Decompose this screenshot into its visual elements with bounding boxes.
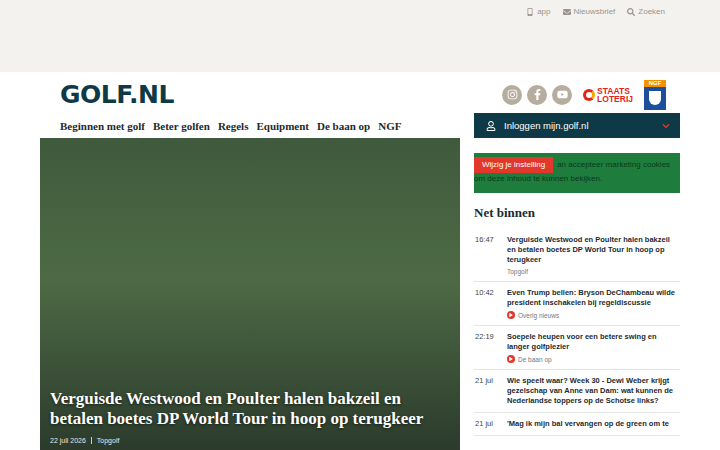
news-title[interactable]: Even Trump bellen: Bryson DeChambeau wil… — [507, 288, 680, 308]
utility-bar: app Nieuwsbrief Zoeken — [0, 0, 720, 72]
user-icon — [486, 121, 496, 131]
cookie-settings-button[interactable]: Wijzig je instelling — [474, 157, 553, 173]
nav-item[interactable]: NGF — [378, 120, 401, 132]
news-title[interactable]: Soepele heupen voor een betere swing en … — [507, 332, 680, 352]
play-icon — [507, 355, 515, 363]
nav-item[interactable]: Beginnen met golf — [60, 120, 145, 132]
hero-caption: Verguisde Westwood en Poulter halen bakz… — [50, 389, 450, 444]
logo[interactable]: GOLF.NL — [60, 80, 174, 109]
news-category[interactable]: Overig nieuws — [507, 311, 680, 319]
news-body: Wie speelt waar? Week 30 - Dewi Weber kr… — [507, 376, 680, 406]
partner-logos: STAATSLOTERIJ NGF — [502, 80, 666, 110]
sponsor-logo[interactable]: STAATSLOTERIJ — [583, 87, 633, 103]
ngf-label: NGF — [644, 80, 666, 87]
news-item[interactable]: 22:19Soepele heupen voor een betere swin… — [474, 326, 680, 370]
hero-date: 22 juli 2026 — [50, 437, 86, 444]
nav-item[interactable]: De baan op — [317, 120, 370, 132]
mail-icon — [563, 8, 571, 16]
news-item[interactable]: 16:47Verguisde Westwood en Poulter halen… — [474, 229, 680, 282]
social-button[interactable] — [552, 85, 572, 105]
utility-label: Nieuwsbrief — [574, 7, 616, 16]
shield-icon — [649, 91, 661, 105]
utility-link[interactable]: Nieuwsbrief — [563, 7, 616, 16]
news-body: Soepele heupen voor een betere swing en … — [507, 332, 680, 363]
utility-link[interactable]: app — [526, 7, 550, 16]
news-time: 10:42 — [475, 288, 507, 319]
chevron-down-icon — [662, 122, 670, 130]
facebook-icon — [532, 89, 543, 100]
sponsor-text: STAATSLOTERIJ — [597, 87, 633, 103]
sponsor-icon — [583, 89, 595, 101]
utility-label: app — [537, 7, 550, 16]
instagram-icon — [507, 89, 518, 100]
news-title[interactable]: Verguisde Westwood en Poulter halen bakz… — [507, 235, 680, 265]
login-label: Inloggen mijn.golf.nl — [504, 120, 654, 131]
news-item[interactable]: 21 julWie speelt waar? Week 30 - Dewi We… — [474, 370, 680, 413]
news-body: 'Mag ik mijn bal vervangen op de green o… — [507, 419, 680, 429]
social-button[interactable] — [527, 85, 547, 105]
nav-item[interactable]: Equipment — [256, 120, 309, 132]
app-icon — [526, 8, 534, 16]
youtube-icon — [557, 89, 568, 100]
news-category[interactable]: De baan op — [507, 355, 680, 363]
news-item[interactable]: 21 jul'Mag ik mijn bal vervangen op de g… — [474, 413, 680, 436]
sidebar: Wijzig je instellingan accepteer marketi… — [474, 138, 680, 450]
news-body: Even Trump bellen: Bryson DeChambeau wil… — [507, 288, 680, 319]
hero-meta: 22 juli 2026 Topgolf — [50, 437, 450, 444]
hero-article[interactable]: Verguisde Westwood en Poulter halen bakz… — [40, 138, 460, 450]
news-item[interactable]: 10:42Even Trump bellen: Bryson DeChambea… — [474, 282, 680, 326]
utility-label: Zoeken — [638, 7, 665, 16]
search-icon — [627, 8, 635, 16]
utility-link[interactable]: Zoeken — [627, 7, 665, 16]
header: GOLF.NLSTAATSLOTERIJNGFBeginnen met golf… — [40, 72, 680, 138]
news-category[interactable]: Topgolf — [507, 268, 680, 275]
hero-category: Topgolf — [91, 437, 120, 444]
nav-row: Beginnen met golf Beter golfen Regels Equip… — [40, 113, 680, 138]
news-time: 21 jul — [475, 376, 507, 406]
cookie-notice: Wijzig je instellingan accepteer marketi… — [474, 153, 680, 193]
news-heading: Net binnen — [474, 205, 680, 221]
logo-row: GOLF.NL STAATSLOTERIJ NGF — [40, 72, 680, 113]
login-button[interactable]: Inloggen mijn.golf.nl — [474, 113, 680, 138]
news-title[interactable]: Wie speelt waar? Week 30 - Dewi Weber kr… — [507, 376, 680, 406]
page: app Nieuwsbrief Zoeken GOLF.NL STAATSLOTERIJ… — [0, 0, 720, 450]
ngf-logo[interactable]: NGF — [644, 80, 666, 110]
nav-item[interactable]: Beter golfen — [153, 120, 210, 132]
news-body: Verguisde Westwood en Poulter halen bakz… — [507, 235, 680, 275]
news-time: 21 jul — [475, 419, 507, 429]
hero-title[interactable]: Verguisde Westwood en Poulter halen bakz… — [50, 389, 450, 429]
news-title[interactable]: 'Mag ik mijn bal vervangen op de green o… — [507, 419, 680, 429]
nav-item[interactable]: Regels — [218, 120, 249, 132]
social-button[interactable] — [502, 85, 522, 105]
play-icon — [507, 311, 515, 319]
main-nav: Beginnen met golf Beter golfen Regels Equip… — [60, 120, 401, 132]
main: Verguisde Westwood en Poulter halen bakz… — [40, 138, 680, 450]
news-time: 22:19 — [475, 332, 507, 363]
news-time: 16:47 — [475, 235, 507, 275]
